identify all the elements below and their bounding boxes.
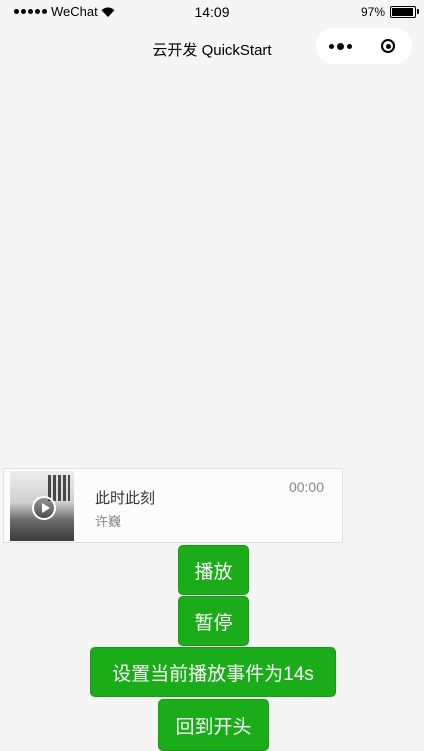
close-circle-icon <box>381 39 395 53</box>
play-icon[interactable] <box>32 496 56 520</box>
restart-button[interactable]: 回到开头 <box>158 699 269 751</box>
playback-time: 00:00 <box>288 479 324 495</box>
song-author: 许巍 <box>95 514 122 529</box>
battery-percent: 97% <box>360 5 385 19</box>
battery-status: 97% <box>360 5 419 19</box>
close-miniprogram-button[interactable] <box>364 28 412 64</box>
navigation-bar: 云开发 QuickStart <box>0 24 424 70</box>
status-bar: WeChat 14:09 97% <box>0 0 424 24</box>
seek-14s-button[interactable]: 设置当前播放事件为14s <box>90 647 336 697</box>
cover-art <box>48 475 70 501</box>
more-options-button[interactable] <box>316 28 364 64</box>
more-icon <box>328 43 334 49</box>
pause-button[interactable]: 暂停 <box>178 596 249 646</box>
album-cover[interactable] <box>10 471 74 541</box>
play-button[interactable]: 播放 <box>178 545 249 595</box>
menu-capsule <box>316 28 412 64</box>
audio-player: 此时此刻 许巍 00:00 <box>3 468 343 543</box>
song-title: 此时此刻 <box>95 490 156 507</box>
battery-icon <box>390 6 419 18</box>
